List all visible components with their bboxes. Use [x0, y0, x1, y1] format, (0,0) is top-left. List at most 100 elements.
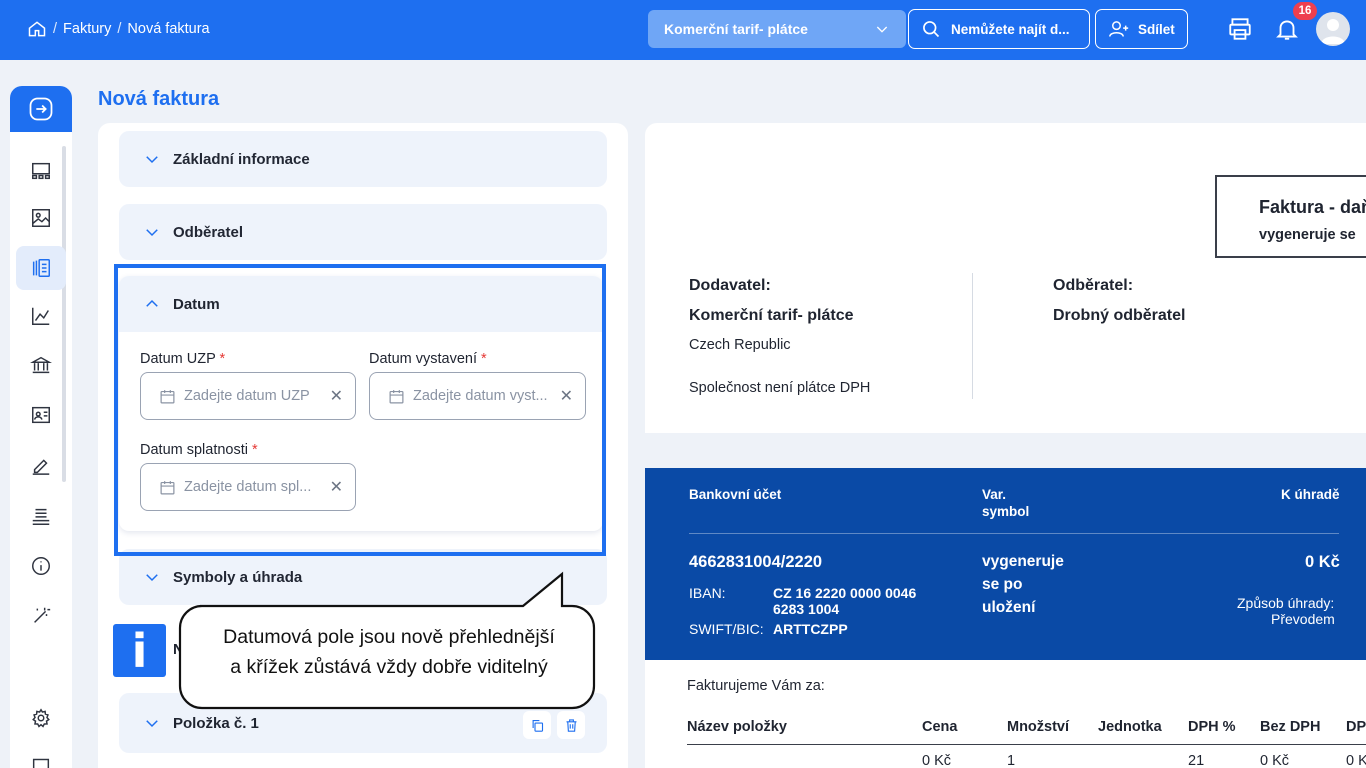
sidebar-item-invoices[interactable] — [16, 246, 66, 290]
list-lines-icon — [32, 508, 50, 525]
table-cell-without-vat: 0 Kč — [1260, 753, 1290, 768]
notification-count-badge: 16 — [1293, 2, 1317, 20]
sidebar-scrollbar[interactable] — [62, 146, 66, 482]
section-basic-info[interactable]: Základní informace — [119, 131, 607, 187]
invoice-title-box: Faktura - daň vygeneruje se — [1215, 175, 1366, 258]
chevron-down-icon — [876, 26, 888, 33]
sidebar-expand-button[interactable] — [10, 86, 72, 132]
section-basic-info-title: Základní informace — [173, 150, 310, 168]
table-header-vat-rate: DPH % — [1188, 719, 1236, 735]
amount-due-value: 0 Kč — [1305, 553, 1340, 571]
sidebar-item-more[interactable] — [24, 748, 58, 768]
table-header-item-name: Název položky — [687, 719, 787, 735]
table-cell-vat-rate: 21 — [1188, 753, 1205, 768]
copy-icon — [532, 719, 543, 732]
iban-line-2: 6283 1004 — [773, 601, 840, 617]
home-icon[interactable] — [27, 19, 47, 39]
duplicate-item-button[interactable] — [523, 711, 551, 739]
supplier-country: Czech Republic — [689, 337, 791, 353]
section-item-1-title: Položka č. 1 — [173, 714, 259, 732]
customer-label: Odběratel: — [1053, 277, 1134, 294]
tariff-select-value: Komerční tarif- plátce — [664, 21, 808, 37]
var-symbol-value-2: se po — [982, 576, 1023, 593]
sidebar-item-bank[interactable] — [24, 348, 58, 382]
printer-icon[interactable] — [1227, 16, 1253, 42]
table-header-unit: Jednotka — [1098, 719, 1162, 735]
sidebar-item-magic[interactable] — [24, 599, 58, 633]
invoice-preview: Faktura - daň vygeneruje se Dodavatel: K… — [645, 123, 1366, 768]
sidebar-item-contacts[interactable] — [24, 398, 58, 432]
bell-icon[interactable] — [1274, 16, 1300, 42]
supplier-name: Komerční tarif- plátce — [689, 307, 854, 324]
supplier-vat-note: Společnost není plátce DPH — [689, 380, 871, 396]
sidebar-item-settings[interactable] — [24, 701, 58, 735]
payment-method-label: Způsob úhrady: — [1237, 595, 1335, 611]
magic-wand-icon — [34, 607, 51, 623]
var-symbol-label-2: symbol — [982, 504, 1030, 519]
arrow-right-circle-icon — [29, 97, 53, 121]
callout-line-2: a křížek zůstává vždy dobře viditelný — [230, 656, 548, 678]
swift-value: ARTTCZPP — [773, 621, 848, 637]
breadcrumb-separator: / — [53, 21, 58, 37]
table-header-vat: DPH — [1346, 719, 1366, 735]
contact-card-icon — [32, 406, 50, 424]
table-cell-price: 0 Kč — [922, 753, 952, 768]
search-button-label: Nemůžete najít d... — [951, 21, 1070, 37]
invoice-doc-subtitle: vygeneruje se — [1259, 227, 1356, 243]
swift-label: SWIFT/BIC: — [689, 621, 764, 637]
info-circle-icon — [32, 557, 50, 575]
iban-line-1: CZ 16 2220 0000 0046 — [773, 585, 917, 601]
sidebar-item-info[interactable] — [24, 549, 58, 583]
breadcrumb-separator: / — [117, 21, 122, 37]
share-button-label: Sdílet — [1138, 21, 1175, 37]
bank-account-number: 4662831004/2220 — [689, 553, 823, 571]
dashboard-icon — [32, 162, 50, 180]
section-customer[interactable]: Odběratel — [119, 204, 607, 260]
sidebar-item-edit[interactable] — [24, 448, 58, 482]
user-avatar-icon — [1321, 19, 1345, 44]
preview-spacer — [645, 433, 1366, 468]
var-symbol-value-1: vygeneruje — [982, 553, 1064, 570]
amount-due-label: K úhradě — [1281, 487, 1340, 502]
iban-label: IBAN: — [689, 585, 726, 601]
page-title: Nová faktura — [98, 88, 220, 110]
add-user-icon — [1109, 21, 1129, 37]
bank-icon — [30, 356, 52, 374]
breadcrumb-item-invoices[interactable]: Faktury — [63, 21, 111, 37]
sidebar — [10, 86, 72, 768]
table-cell-quantity: 1 — [1007, 753, 1016, 768]
payment-method-value: Převodem — [1271, 611, 1335, 627]
table-cell-vat: 0 Kč — [1346, 753, 1366, 768]
image-icon — [32, 209, 50, 227]
callout-text: Datumová pole jsou nově přehlednější a k… — [184, 622, 594, 682]
pencil-icon — [32, 459, 50, 475]
chart-line-icon — [32, 307, 50, 325]
preview-divider — [972, 273, 973, 399]
table-header-quantity: Množství — [1007, 719, 1070, 735]
table-header-without-vat: Bez DPH — [1260, 719, 1321, 735]
delete-item-button[interactable] — [557, 711, 585, 739]
trash-icon — [566, 718, 576, 732]
chevron-down-icon — [146, 720, 158, 728]
user-avatar[interactable] — [1316, 12, 1350, 46]
var-symbol-label-1: Var. — [982, 487, 1007, 502]
chevron-down-icon — [146, 574, 158, 582]
chevron-down-icon — [146, 156, 158, 164]
bank-divider — [689, 533, 1339, 534]
highlight-frame — [114, 264, 606, 556]
callout-line-1: Datumová pole jsou nově přehlednější — [223, 626, 555, 648]
search-button[interactable]: Nemůžete najít d... — [908, 9, 1090, 49]
sidebar-item-gallery[interactable] — [24, 201, 58, 235]
invoice-for-label: Fakturujeme Vám za: — [687, 678, 825, 694]
sidebar-item-statistics[interactable] — [24, 299, 58, 333]
info-badge-icon: i — [113, 624, 166, 678]
tariff-select[interactable]: Komerční tarif- plátce — [648, 10, 906, 48]
gear-icon — [32, 708, 50, 728]
supplier-label: Dodavatel: — [689, 277, 771, 294]
sidebar-item-dashboard[interactable] — [24, 154, 58, 188]
share-button[interactable]: Sdílet — [1095, 9, 1188, 49]
table-header-divider — [687, 744, 1366, 745]
breadcrumb: / Faktury / Nová faktura — [27, 19, 210, 39]
sidebar-item-ledger[interactable] — [24, 499, 58, 533]
search-icon — [923, 21, 940, 38]
